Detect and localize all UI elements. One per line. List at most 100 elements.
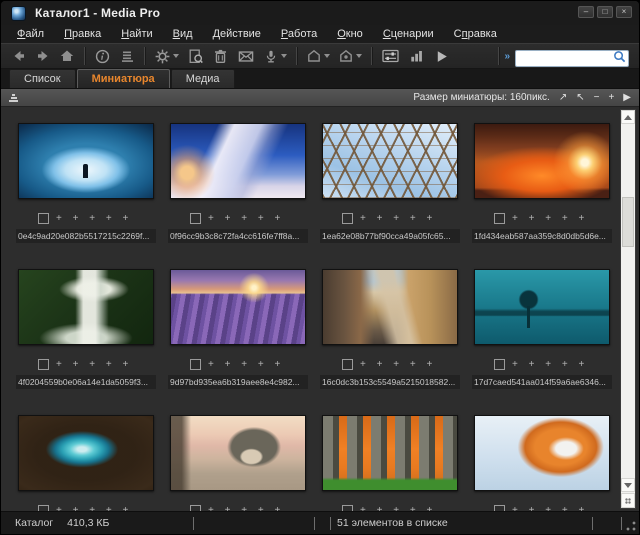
larger-thumbs-icon[interactable]: + (608, 90, 614, 106)
next-icon[interactable]: ▶ (623, 90, 631, 106)
thumbnail-glass-pyramid[interactable] (322, 123, 458, 199)
rating-placeholder[interactable]: + + + + + (512, 213, 585, 224)
chevron-down-icon (281, 54, 287, 58)
shrink-thumbs-icon[interactable]: ↖ (576, 90, 584, 106)
scroll-up-button[interactable] (621, 110, 635, 124)
select-checkbox[interactable] (494, 213, 505, 224)
grid-cell: + + + + + 9d97bd935ea6b319aee8e4c982... (163, 269, 315, 415)
menu-view[interactable]: Вид (163, 27, 203, 41)
rating-placeholder[interactable]: + + + + + (208, 359, 281, 370)
tab-thumbnail[interactable]: Миниатюра (77, 69, 170, 88)
menu-edit[interactable]: Правка (54, 27, 111, 41)
back-button[interactable] (7, 45, 31, 67)
tab-list[interactable]: Список (9, 69, 76, 88)
tab-media[interactable]: Медиа (171, 69, 235, 88)
toolbar-separator (144, 47, 145, 65)
thumbnail-old-town-street[interactable] (322, 269, 458, 345)
chart-button[interactable] (404, 45, 429, 67)
expand-thumbs-icon[interactable]: ↗ (559, 90, 567, 106)
toolbar: » (1, 43, 639, 69)
rating-placeholder[interactable]: + + + + + (512, 505, 585, 511)
play-icon (433, 48, 450, 65)
rating-placeholder[interactable]: + + + + + (360, 359, 433, 370)
scrollbar-thumb[interactable] (622, 197, 634, 247)
status-separator (314, 517, 315, 530)
menu-action[interactable]: Действие (203, 27, 271, 41)
toolbar-overflow-chevron[interactable]: » (504, 51, 509, 62)
scroll-options-button[interactable] (621, 493, 635, 508)
rating-label-button[interactable] (334, 45, 366, 67)
thumbnail-fox[interactable] (474, 415, 610, 491)
search-icon[interactable] (613, 50, 626, 63)
select-checkbox[interactable] (342, 359, 353, 370)
thumbnail-grid-area: + + + + + 0e4c9ad20e082b5517215c2269f...… (1, 107, 639, 511)
thumbnail-mesa-arch[interactable] (474, 123, 610, 199)
thumbnail-filename: 4f0204559b0e06a14e1da5059f3... (16, 375, 156, 389)
rating-placeholder[interactable]: + + + + + (360, 505, 433, 511)
select-checkbox[interactable] (38, 359, 49, 370)
preview-button[interactable] (183, 45, 208, 67)
arrow-down-icon (624, 483, 632, 488)
slideshow-button[interactable] (429, 45, 454, 67)
menu-file[interactable]: Файл (7, 27, 54, 41)
delete-button[interactable] (208, 45, 233, 67)
chevron-down-icon (173, 54, 179, 58)
mail-button[interactable] (233, 45, 259, 67)
rating-placeholder[interactable]: + + + + + (56, 359, 129, 370)
menu-help[interactable]: Справка (444, 27, 507, 41)
voice-annotation-button[interactable] (259, 45, 291, 67)
select-checkbox[interactable] (190, 359, 201, 370)
rating-placeholder[interactable]: + + + + + (208, 213, 281, 224)
thumbnail-forest-trunks[interactable] (322, 415, 458, 491)
home-button[interactable] (55, 45, 79, 67)
status-separator (592, 517, 593, 530)
search-input[interactable] (515, 50, 629, 67)
sort-list-icon (119, 48, 135, 64)
thumbnail-lavender-field[interactable] (170, 269, 306, 345)
sliders-icon (381, 48, 400, 64)
thumbnail-size-bar: Размер миниатюры: 160пикс. ↗ ↖ − + ▶ (1, 89, 639, 107)
controls-panel-button[interactable] (377, 45, 404, 67)
thumbnail-ice-cave[interactable] (18, 123, 154, 199)
select-checkbox[interactable] (190, 505, 201, 511)
rating-placeholder[interactable]: + + + + + (56, 213, 129, 224)
rating-placeholder[interactable]: + + + + + (512, 359, 585, 370)
resize-grip[interactable] (626, 521, 636, 531)
process-button[interactable] (150, 45, 183, 67)
toolbar-separator (498, 47, 499, 65)
thumbnail-size-label: Размер миниатюры: 160пикс. (413, 92, 549, 103)
menu-find[interactable]: Найти (111, 27, 162, 41)
rating-placeholder[interactable]: + + + + + (360, 213, 433, 224)
select-checkbox[interactable] (494, 359, 505, 370)
info-icon (94, 48, 111, 65)
forward-icon (35, 48, 51, 64)
forward-button[interactable] (31, 45, 55, 67)
label-button[interactable] (302, 45, 334, 67)
rating-placeholder[interactable]: + + + + + (56, 505, 129, 511)
info-button[interactable] (90, 45, 115, 67)
scroll-down-button[interactable] (621, 478, 635, 492)
vertical-scrollbar[interactable] (620, 109, 636, 509)
restore-button[interactable]: □ (597, 6, 613, 18)
select-checkbox[interactable] (342, 505, 353, 511)
select-checkbox[interactable] (494, 505, 505, 511)
close-button[interactable]: × (616, 6, 632, 18)
smaller-thumbs-icon[interactable]: − (594, 90, 600, 106)
rating-placeholder[interactable]: + + + + + (208, 505, 281, 511)
menu-scripts[interactable]: Сценарии (373, 27, 444, 41)
select-checkbox[interactable] (38, 213, 49, 224)
thumbnail-sea-cave[interactable] (18, 415, 154, 491)
thumbnail-rock-arch[interactable] (170, 415, 306, 491)
select-checkbox[interactable] (38, 505, 49, 511)
menu-work[interactable]: Работа (271, 27, 327, 41)
thumbnail-teal-pier[interactable] (474, 269, 610, 345)
menu-window[interactable]: Окно (327, 27, 373, 41)
select-checkbox[interactable] (190, 213, 201, 224)
sort-list-button[interactable] (115, 45, 139, 67)
thumbnail-waterfall[interactable] (18, 269, 154, 345)
thumbnail-frozen-pier[interactable] (170, 123, 306, 199)
sort-icon[interactable] (9, 94, 18, 102)
select-checkbox[interactable] (342, 213, 353, 224)
grid-cell: + + + + + (163, 415, 315, 511)
minimize-button[interactable]: – (578, 6, 594, 18)
